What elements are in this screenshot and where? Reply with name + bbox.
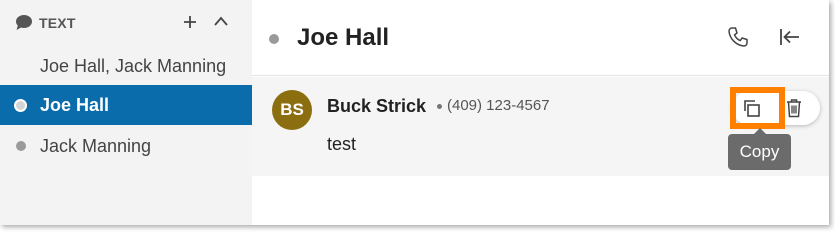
sender-phone: (409) 123-4567	[447, 97, 550, 114]
copy-tooltip: Copy	[728, 128, 791, 170]
conversation-header: Joe Hall	[252, 0, 829, 76]
phone-icon[interactable]	[727, 26, 749, 48]
message-actions	[732, 91, 820, 125]
plus-icon[interactable]	[182, 14, 198, 30]
conversation-item-joe-hall[interactable]: Joe Hall	[0, 85, 252, 125]
text-section-header[interactable]: TEXT	[0, 0, 252, 44]
conversation-item-joe-hall-jack-manning[interactable]: Joe Hall, Jack Manning	[0, 46, 252, 86]
copy-icon[interactable]	[741, 98, 761, 118]
message-text: test	[327, 134, 357, 154]
presence-indicator	[16, 141, 26, 151]
presence-indicator	[269, 34, 279, 44]
page-title: Joe Hall	[297, 24, 390, 51]
sender-name: Buck Strick	[327, 96, 427, 116]
sidebar: TEXT Joe Hall, Jack Manning Joe Hall Jac…	[0, 0, 252, 225]
conversation-label: Joe Hall, Jack Manning	[40, 56, 227, 76]
conversation-item-jack-manning[interactable]: Jack Manning	[0, 126, 252, 166]
avatar: BS	[272, 90, 312, 130]
trash-icon[interactable]	[785, 98, 803, 118]
collapse-panel-icon[interactable]	[779, 27, 801, 47]
conversation-label: Joe Hall	[40, 95, 110, 115]
chat-icon	[16, 15, 32, 30]
presence-indicator	[14, 99, 27, 112]
conversation-label: Jack Manning	[40, 136, 152, 156]
separator-dot	[437, 104, 442, 109]
conversation-panel: Joe Hall BS Buck Strick (409) 123-4567 t…	[252, 0, 829, 225]
chevron-up-icon[interactable]	[213, 15, 229, 27]
app-window: TEXT Joe Hall, Jack Manning Joe Hall Jac…	[0, 0, 829, 225]
section-title: TEXT	[39, 15, 76, 31]
